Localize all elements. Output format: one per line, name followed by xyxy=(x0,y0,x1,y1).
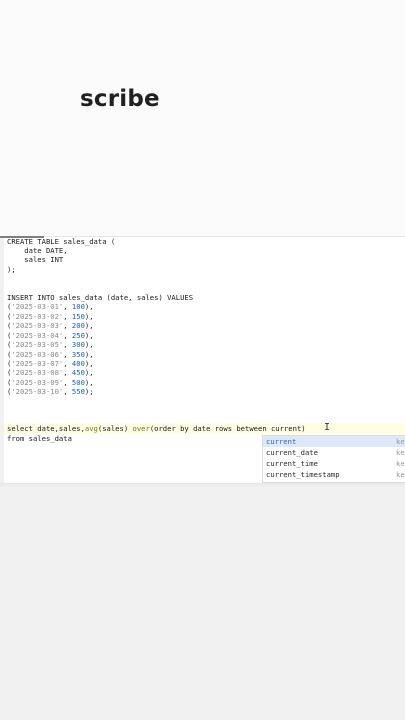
autocomplete-kind: ke xyxy=(396,448,405,457)
row-terminator: , xyxy=(89,331,94,340)
date-literal: '2025-03-02' xyxy=(11,312,64,321)
autocomplete-item[interactable]: current_time ke xyxy=(263,458,405,469)
autocomplete-item[interactable]: current_date ke xyxy=(263,447,405,458)
row-terminator: , xyxy=(89,350,94,359)
date-literal: '2025-03-05' xyxy=(11,340,64,349)
select-text: select date,sales, xyxy=(7,424,85,433)
window-clause: (order by date rows between current) xyxy=(149,424,306,433)
date-literal: '2025-03-04' xyxy=(11,331,64,340)
row-terminator: , xyxy=(89,378,94,387)
code-line-from[interactable]: from sales_data xyxy=(7,434,72,444)
row-terminator: , xyxy=(89,302,94,311)
sales-literal: 100 xyxy=(71,302,85,311)
sales-literal: 500 xyxy=(71,378,85,387)
date-literal: '2025-03-01' xyxy=(11,302,64,311)
sales-literal: 250 xyxy=(71,331,85,340)
sales-literal: 400 xyxy=(71,359,85,368)
date-literal: '2025-03-10' xyxy=(11,387,64,396)
date-literal: '2025-03-08' xyxy=(11,368,64,377)
date-literal: '2025-03-03' xyxy=(11,321,64,330)
row-terminator: , xyxy=(89,340,94,349)
code-line-select[interactable]: select date,sales,avg(sales) over(order … xyxy=(7,424,306,434)
autocomplete-kind: ke xyxy=(396,470,405,479)
autocomplete-item[interactable]: current ke xyxy=(263,436,405,447)
autocomplete-label: current_timestamp xyxy=(266,470,340,479)
over-keyword: over xyxy=(132,424,150,433)
autocomplete-kind: ke xyxy=(396,459,405,468)
editor-bottom-edge xyxy=(0,483,405,487)
row-terminator: ; xyxy=(89,387,94,396)
sales-literal: 350 xyxy=(71,350,85,359)
autocomplete-kind: ke xyxy=(396,437,405,446)
autocomplete-popup[interactable]: current ke current_date ke current_time … xyxy=(262,435,405,483)
select-args: (sales) xyxy=(97,424,133,433)
autocomplete-label: current_time xyxy=(266,459,318,468)
code-line-value-row[interactable]: ('2025-03-05', 300), xyxy=(7,340,94,350)
autocomplete-label: current xyxy=(266,437,297,446)
sales-literal: 450 xyxy=(71,368,85,377)
code-line-value-row[interactable]: ('2025-03-03', 200), xyxy=(7,321,94,331)
sales-literal: 150 xyxy=(71,312,85,321)
code-line-close-paren[interactable]: ); xyxy=(7,265,16,275)
row-terminator: , xyxy=(89,368,94,377)
date-literal: '2025-03-09' xyxy=(11,378,64,387)
sales-literal: 550 xyxy=(71,387,85,396)
autocomplete-item[interactable]: current_timestamp ke xyxy=(263,469,405,480)
text-cursor-icon: I xyxy=(324,422,331,433)
code-line-value-row[interactable]: ('2025-03-10', 550); xyxy=(7,387,94,397)
autocomplete-label: current_date xyxy=(266,448,318,457)
row-terminator: , xyxy=(89,312,94,321)
code-line-value-row[interactable]: ('2025-03-01', 100), xyxy=(7,302,94,312)
row-terminator: , xyxy=(89,359,94,368)
code-line-value-row[interactable]: ('2025-03-08', 450), xyxy=(7,368,94,378)
scribe-watermark: scribe xyxy=(80,86,160,112)
video-header-area xyxy=(0,0,405,236)
sales-literal: 300 xyxy=(71,340,85,349)
sales-literal: 200 xyxy=(71,321,85,330)
code-line-col-sales[interactable]: sales INT xyxy=(7,255,63,265)
date-literal: '2025-03-06' xyxy=(11,350,64,359)
row-terminator: , xyxy=(89,321,94,330)
date-literal: '2025-03-07' xyxy=(11,359,64,368)
avg-function: avg xyxy=(84,424,98,433)
